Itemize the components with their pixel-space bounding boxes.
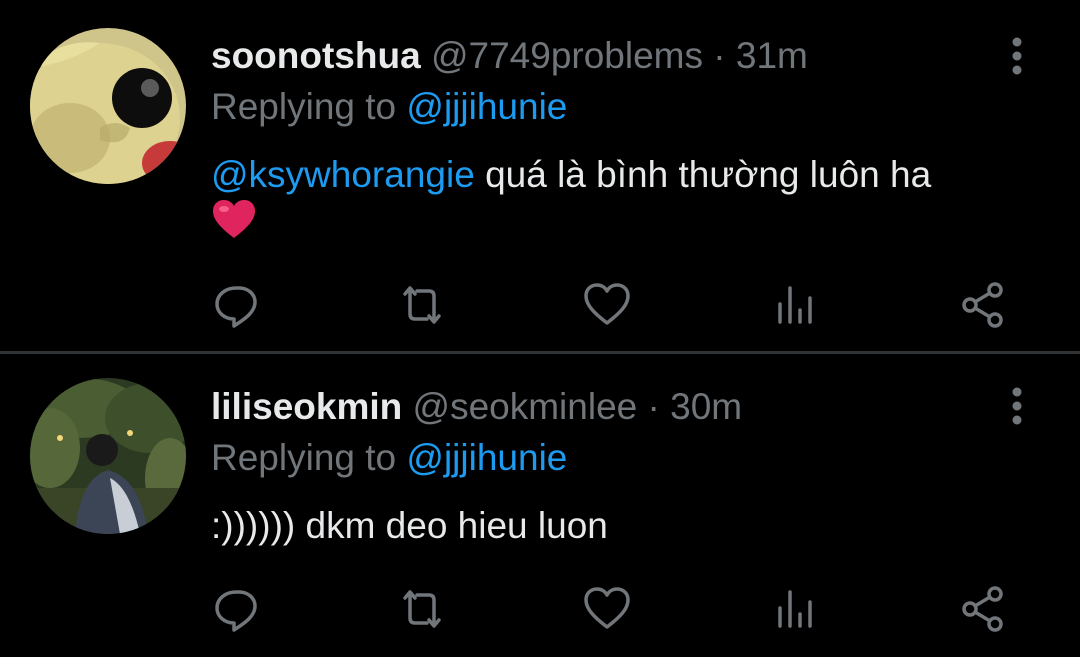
retweet-icon[interactable] [397, 584, 447, 634]
tweet[interactable]: liliseokmin @seokminlee · 30m Replying t… [0, 354, 1080, 657]
more-options-icon[interactable] [1002, 34, 1032, 78]
more-options-icon[interactable] [1002, 384, 1032, 428]
like-icon[interactable] [582, 280, 632, 330]
display-name[interactable]: liliseokmin [211, 386, 402, 427]
share-icon[interactable] [958, 584, 1008, 634]
separator: · [647, 386, 660, 427]
share-icon[interactable] [958, 280, 1008, 330]
replying-to: Replying to @jjjihunie [211, 436, 567, 480]
yellow-plush-avatar-icon [30, 28, 186, 184]
tweet-body: quá là bình thường luôn ha [485, 154, 932, 195]
replying-to-label: Replying to [211, 437, 397, 478]
replying-to-mention[interactable]: @jjjihunie [406, 437, 567, 478]
tweet-text: :)))))) dkm deo hieu luon [211, 503, 1031, 549]
photo-avatar-icon [30, 378, 186, 534]
replying-to: Replying to @jjjihunie [211, 85, 567, 129]
timestamp[interactable]: 31m [736, 35, 808, 76]
user-handle[interactable]: @7749problems [431, 35, 703, 76]
display-name[interactable]: soonotshua [211, 35, 421, 76]
timestamp[interactable]: 30m [670, 386, 742, 427]
analytics-icon[interactable] [770, 584, 820, 634]
tweet[interactable]: soonotshua @7749problems · 31m Replying … [0, 0, 1080, 352]
replying-to-label: Replying to [211, 86, 397, 127]
tweet-body: :)))))) dkm deo hieu luon [211, 505, 608, 546]
like-icon[interactable] [582, 584, 632, 634]
separator: · [713, 35, 726, 76]
tweet-header: liliseokmin @seokminlee · 30m [211, 385, 742, 429]
tweet-header: soonotshua @7749problems · 31m [211, 34, 808, 78]
replying-to-mention[interactable]: @jjjihunie [406, 86, 567, 127]
avatar[interactable] [30, 28, 186, 184]
tweet-text: @ksywhorangie quá là bình thường luôn ha [211, 152, 1031, 247]
analytics-icon[interactable] [770, 280, 820, 330]
user-handle[interactable]: @seokminlee [413, 386, 638, 427]
reply-icon[interactable] [211, 280, 261, 330]
action-bar [0, 280, 1080, 330]
reply-icon[interactable] [211, 584, 261, 634]
red-heart-icon [213, 200, 255, 238]
action-bar [0, 584, 1080, 634]
avatar[interactable] [30, 378, 186, 534]
tweet-mention[interactable]: @ksywhorangie [211, 154, 475, 195]
retweet-icon[interactable] [397, 280, 447, 330]
